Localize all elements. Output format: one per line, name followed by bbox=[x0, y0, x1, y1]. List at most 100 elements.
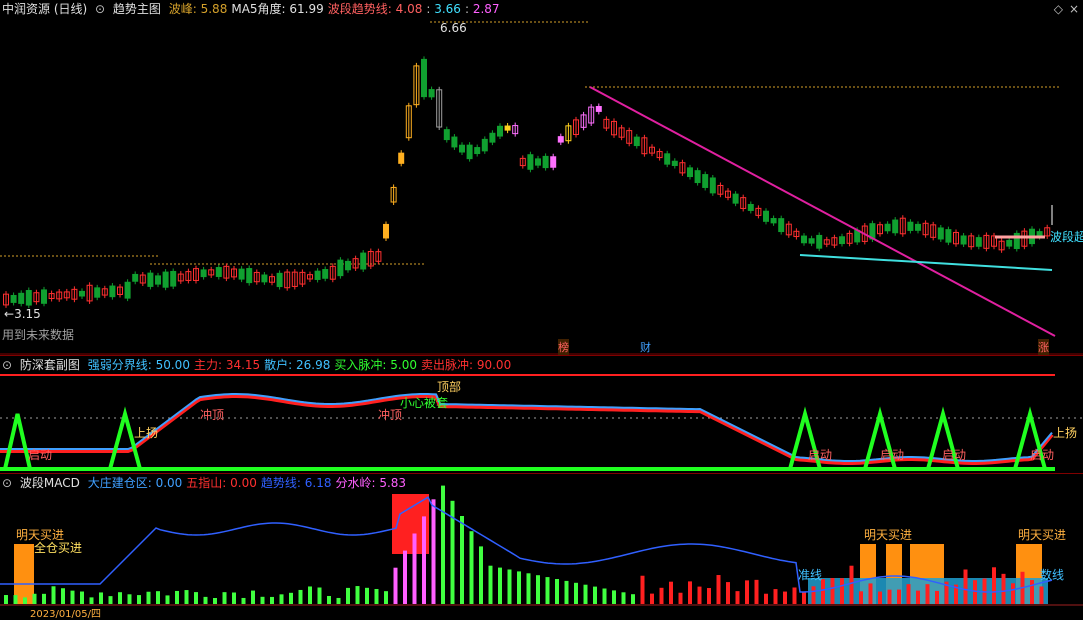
macd-values: 大庄建仓区: 0.00 五指山: 0.00 趋势线: 6.18 分水岭: 5.83 bbox=[88, 476, 410, 490]
macd-settings-icon[interactable]: ⊙ bbox=[2, 476, 12, 490]
macd-bar bbox=[650, 593, 654, 604]
candle-body bbox=[170, 270, 177, 287]
defense-title[interactable]: 防深套副图 bbox=[20, 358, 80, 372]
candle-body bbox=[709, 177, 716, 194]
candle-body bbox=[79, 290, 85, 297]
indicator-value: 61.99 bbox=[285, 2, 324, 16]
macd-bar bbox=[108, 596, 113, 604]
candle-body bbox=[238, 268, 245, 280]
candle-body bbox=[702, 174, 709, 188]
candle-body bbox=[694, 170, 701, 184]
indicator-value: 5.83 bbox=[375, 476, 407, 490]
macd-bar bbox=[51, 586, 56, 604]
candle-body bbox=[497, 125, 503, 137]
macd-bar bbox=[507, 569, 512, 604]
macd-bar bbox=[23, 597, 27, 604]
macd-bar bbox=[118, 592, 122, 604]
candlestick-chart[interactable] bbox=[0, 0, 1083, 355]
macd-bar bbox=[488, 565, 493, 604]
candle-body bbox=[162, 271, 169, 288]
macd-bar bbox=[1030, 580, 1034, 604]
candle-body bbox=[398, 152, 405, 164]
candle-body bbox=[474, 147, 481, 155]
future-data-note: 用到未来数据 bbox=[2, 328, 75, 342]
candle-body bbox=[535, 158, 541, 166]
macd-subchart-panel[interactable]: ⊙ 波段MACD 大庄建仓区: 0.00 五指山: 0.00 趋势线: 6.18 分水… bbox=[0, 473, 1083, 620]
macd-bar bbox=[973, 580, 977, 604]
settings-icon[interactable]: ⊙ bbox=[95, 2, 105, 16]
candle-body bbox=[261, 274, 268, 283]
orange-block bbox=[14, 544, 34, 604]
trend-line-label: 波段超 bbox=[1050, 230, 1083, 244]
macd-bar bbox=[887, 589, 892, 604]
main-indicator-name[interactable]: 趋势主图 bbox=[113, 2, 161, 16]
macd-bar bbox=[260, 596, 265, 604]
candle-body bbox=[132, 273, 139, 282]
candle-body bbox=[124, 281, 131, 299]
annotation-full-buy: 全仓买进 bbox=[34, 541, 83, 555]
macd-bar bbox=[1039, 586, 1044, 604]
macd-title[interactable]: 波段MACD bbox=[20, 476, 80, 490]
macd-bar bbox=[859, 591, 863, 604]
candle-body bbox=[960, 235, 967, 245]
macd-bar bbox=[688, 581, 692, 604]
macd-bar bbox=[422, 516, 426, 604]
indicator-value: 26.98 bbox=[292, 358, 331, 372]
candle-body bbox=[109, 285, 116, 298]
macd-bar bbox=[840, 578, 844, 604]
macd-bar bbox=[308, 586, 312, 604]
candle-body bbox=[200, 269, 207, 278]
candle-body bbox=[443, 129, 450, 141]
candle-body bbox=[428, 89, 435, 98]
macd-bar bbox=[270, 596, 274, 604]
subchart-settings-icon[interactable]: ⊙ bbox=[2, 358, 12, 372]
candle-body bbox=[732, 193, 739, 204]
tag-zhang[interactable]: 涨 bbox=[1038, 339, 1049, 355]
macd-bar bbox=[811, 586, 816, 604]
candle-body bbox=[527, 154, 534, 170]
candle-body bbox=[763, 210, 769, 222]
macd-bar bbox=[897, 589, 901, 604]
indicator-label: 五指山: bbox=[186, 476, 227, 490]
macd-bar bbox=[697, 586, 702, 604]
macd-bar bbox=[384, 591, 388, 604]
main-indicator-values: 波峰: 5.88 MA5角度: 61.99 波段趋势线: 4.08: 3.66: 2… bbox=[169, 2, 504, 16]
macd-bar bbox=[963, 569, 968, 604]
macd-bar bbox=[754, 579, 759, 604]
low-price-value: 3.15 bbox=[14, 307, 41, 321]
candle-body bbox=[975, 237, 982, 247]
macd-bar bbox=[317, 587, 322, 604]
candle-body bbox=[884, 223, 891, 232]
candle-body bbox=[633, 136, 640, 147]
tag-cai[interactable]: 财 bbox=[640, 339, 651, 355]
macd-bar bbox=[241, 597, 246, 604]
candle-body bbox=[907, 221, 914, 231]
annotation-buy-tomorrow: 明天买进 bbox=[864, 528, 913, 542]
candle-body bbox=[664, 153, 671, 165]
indicator-label: 买入脉冲: bbox=[334, 358, 387, 372]
macd-bar bbox=[213, 597, 217, 604]
macd-bar bbox=[479, 546, 483, 604]
window-close-icon[interactable]: × bbox=[1069, 2, 1079, 16]
macd-bar bbox=[336, 597, 341, 604]
macd-bar bbox=[42, 593, 46, 604]
macd-bar bbox=[583, 584, 588, 604]
macd-bar bbox=[251, 590, 255, 604]
macd-bar bbox=[279, 594, 284, 604]
macd-bar bbox=[355, 586, 360, 604]
indicator-value: 2.87 bbox=[469, 2, 500, 16]
window-menu-icon[interactable]: ◇ bbox=[1054, 2, 1063, 16]
candle-body bbox=[801, 235, 807, 244]
main-chart-panel[interactable]: 中润资源 (日线) ⊙ 趋势主图 波峰: 5.88 MA5角度: 61.99 波段趋… bbox=[0, 0, 1083, 355]
defense-subchart-panel[interactable]: ⊙ 防深套副图 强弱分界线: 50.00 主力: 34.15 散户: 26.98 买入… bbox=[0, 355, 1083, 474]
macd-bar bbox=[146, 591, 151, 604]
macd-bar bbox=[298, 589, 303, 604]
macd-bar bbox=[631, 594, 635, 604]
macd-bar bbox=[175, 590, 179, 604]
macd-bar bbox=[32, 593, 37, 604]
macd-subchart[interactable] bbox=[0, 474, 1083, 618]
candle-body bbox=[915, 223, 921, 231]
annotation-start: 启动 bbox=[942, 448, 967, 462]
tag-bang[interactable]: 榜 bbox=[558, 339, 569, 355]
macd-bar bbox=[555, 579, 559, 604]
